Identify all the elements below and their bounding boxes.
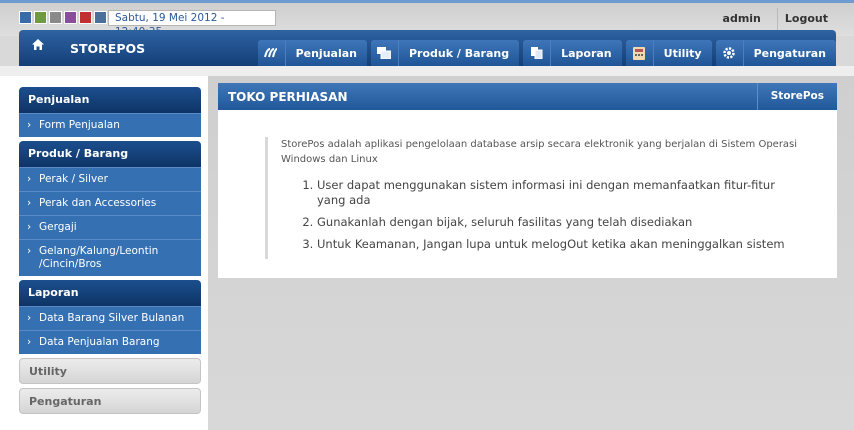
brand-name: STOREPOS	[70, 41, 146, 56]
sidebar-item-perak-silver[interactable]: › Perak / Silver	[19, 167, 201, 191]
theme-swatch-grey[interactable]	[49, 11, 62, 24]
tab-penjualan[interactable]: Penjualan	[257, 40, 367, 66]
sidebar-group-penjualan: Penjualan › Form Penjualan	[19, 87, 201, 137]
tab-pengaturan[interactable]: Pengaturan	[715, 40, 836, 66]
report-icon	[523, 40, 552, 66]
tab-laporan[interactable]: Laporan	[523, 40, 622, 66]
product-icon	[371, 40, 399, 66]
sidebar-item-data-penjualan[interactable]: › Data Penjualan Barang	[19, 330, 201, 354]
chevron-right-icon: ›	[27, 336, 32, 348]
sidebar-item-label: Perak / Silver	[39, 173, 108, 185]
chevron-right-icon: ›	[27, 221, 32, 233]
chevron-right-icon: ›	[27, 245, 32, 257]
chevron-right-icon: ›	[27, 119, 32, 131]
theme-swatch-red[interactable]	[79, 11, 92, 24]
sidebar-item-gergaji[interactable]: › Gergaji	[19, 215, 201, 239]
list-item: User dapat menggunakan sistem informasi …	[317, 178, 805, 208]
logout-link[interactable]: Logout	[781, 12, 828, 25]
sidebar-item-label: Gelang/Kalung/Leontin /Cincin/Bros	[39, 245, 159, 270]
sidebar-item-label: Perak dan Accessories	[39, 197, 157, 209]
main-navbar: STOREPOS Penjualan Produk / Barang Lapor…	[19, 30, 836, 66]
content-panel: TOKO PERHIASAN StorePos StorePos adalah …	[218, 83, 837, 278]
theme-swatch-blue[interactable]	[19, 11, 32, 24]
sidebar-item-form-penjualan[interactable]: › Form Penjualan	[19, 113, 201, 137]
sidebar-heading[interactable]: Penjualan	[19, 87, 201, 113]
tab-label: Pengaturan	[753, 46, 826, 60]
tab-label: Laporan	[561, 46, 612, 60]
sidebar-item-data-barang-silver[interactable]: › Data Barang Silver Bulanan	[19, 306, 201, 330]
tab-utility[interactable]: Utility	[625, 40, 712, 66]
panel-title: TOKO PERHIASAN	[228, 90, 348, 104]
sidebar-group-produk-barang: Produk / Barang › Perak / Silver › Perak…	[19, 141, 201, 276]
tab-label: Utility	[663, 46, 702, 60]
sidebar-group-pengaturan[interactable]: Pengaturan	[19, 388, 201, 414]
tab-produk-barang[interactable]: Produk / Barang	[370, 40, 520, 66]
sidebar-heading[interactable]: Produk / Barang	[19, 141, 201, 167]
sidebar: Penjualan › Form Penjualan Produk / Bara…	[19, 87, 201, 418]
tab-label: Produk / Barang	[408, 46, 510, 60]
gear-icon	[716, 40, 744, 66]
chevron-right-icon: ›	[27, 173, 32, 185]
sidebar-heading[interactable]: Laporan	[19, 280, 201, 306]
chevron-right-icon: ›	[27, 312, 32, 324]
list-item: Untuk Keamanan, Jangan lupa untuk melogO…	[317, 237, 805, 252]
sidebar-item-label: Data Penjualan Barang	[39, 336, 160, 348]
intro-text: StorePos adalah aplikasi pengelolaan dat…	[281, 139, 798, 165]
chevron-right-icon: ›	[27, 197, 32, 209]
panel-header: TOKO PERHIASAN StorePos	[218, 83, 837, 110]
theme-swatch-steel[interactable]	[94, 11, 107, 24]
sales-icon	[258, 40, 286, 66]
list-item: Gunakanlah dengan bijak, seluruh fasilit…	[317, 215, 805, 230]
sidebar-group-utility[interactable]: Utility	[19, 358, 201, 384]
panel-tag: StorePos	[756, 83, 837, 110]
sidebar-item-perak-accessories[interactable]: › Perak dan Accessories	[19, 191, 201, 215]
date-time-display: Sabtu, 19 Mei 2012 - 12:40:35	[108, 10, 276, 38]
theme-swatches	[19, 11, 107, 24]
sidebar-item-label: Gergaji	[39, 221, 77, 233]
tab-label: Penjualan	[295, 46, 357, 60]
sidebar-item-gelang-kalung[interactable]: › Gelang/Kalung/Leontin /Cincin/Bros	[19, 239, 201, 276]
user-name: admin	[722, 12, 761, 25]
theme-swatch-purple[interactable]	[64, 11, 77, 24]
home-icon[interactable]	[19, 30, 57, 66]
sidebar-item-label: Form Penjualan	[39, 119, 120, 131]
nav-shadow-strip	[0, 66, 854, 76]
theme-swatch-green[interactable]	[34, 11, 47, 24]
sidebar-item-label: Data Barang Silver Bulanan	[39, 312, 185, 324]
panel-body: StorePos adalah aplikasi pengelolaan dat…	[265, 137, 805, 259]
calculator-icon	[626, 40, 654, 66]
sidebar-group-laporan: Laporan › Data Barang Silver Bulanan › D…	[19, 280, 201, 354]
info-list: User dapat menggunakan sistem informasi …	[281, 178, 805, 252]
